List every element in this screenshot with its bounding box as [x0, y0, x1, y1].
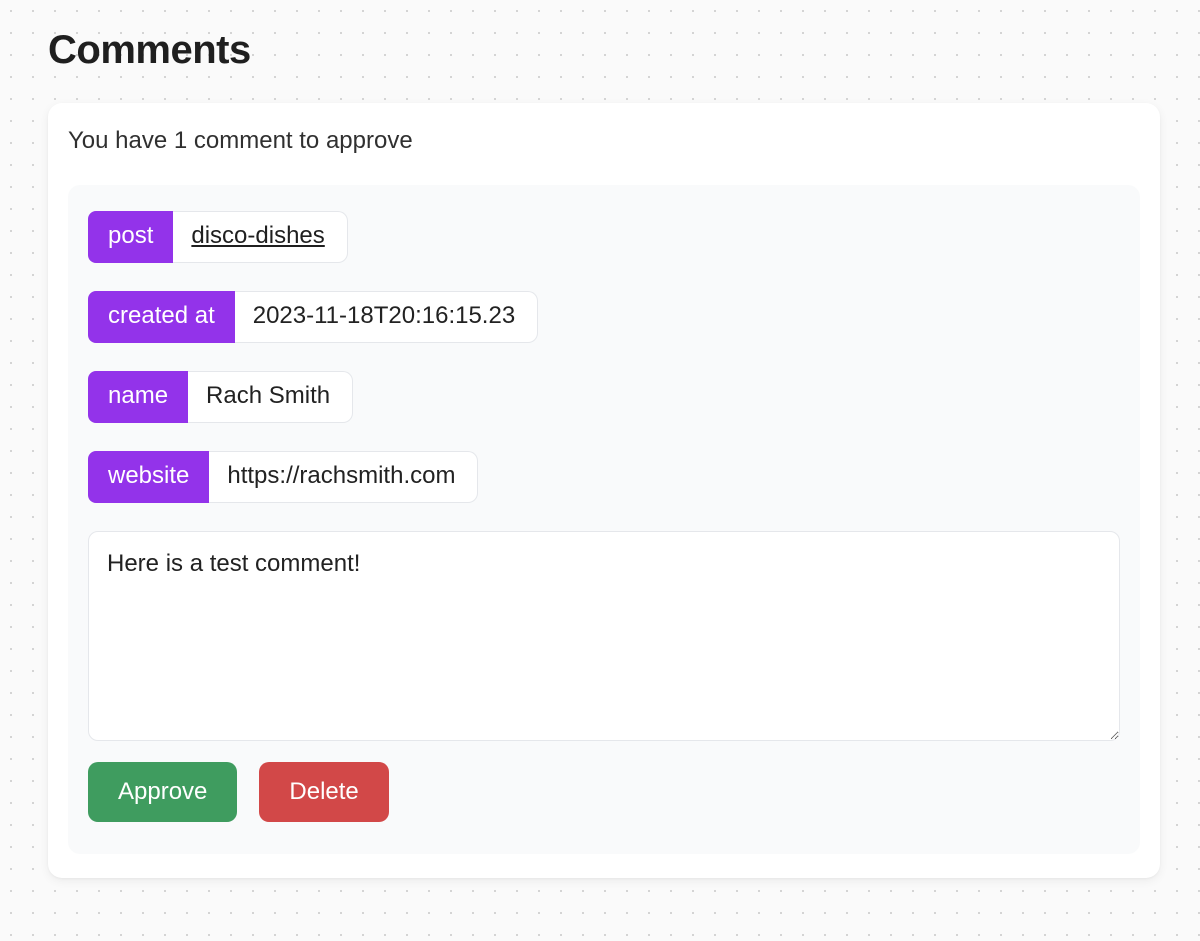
field-label-post: post [88, 211, 173, 263]
post-link[interactable]: disco-dishes [173, 211, 347, 263]
approve-button[interactable]: Approve [88, 762, 237, 822]
created-at-value: 2023-11-18T20:16:15.23 [235, 291, 538, 343]
comments-panel: You have 1 comment to approve post disco… [48, 103, 1160, 878]
field-name: name Rach Smith [88, 371, 1120, 423]
website-value: https://rachsmith.com [209, 451, 478, 503]
pending-count-text: You have 1 comment to approve [68, 127, 1140, 155]
comment-body-textarea[interactable] [88, 531, 1120, 741]
delete-button[interactable]: Delete [259, 762, 388, 822]
field-post: post disco-dishes [88, 211, 1120, 263]
comment-card: post disco-dishes created at 2023-11-18T… [68, 185, 1140, 854]
page-title: Comments [48, 28, 1160, 73]
name-value: Rach Smith [188, 371, 353, 423]
field-label-website: website [88, 451, 209, 503]
action-buttons: Approve Delete [88, 762, 1120, 822]
field-created-at: created at 2023-11-18T20:16:15.23 [88, 291, 1120, 343]
field-label-created-at: created at [88, 291, 235, 343]
field-label-name: name [88, 371, 188, 423]
field-website: website https://rachsmith.com [88, 451, 1120, 503]
